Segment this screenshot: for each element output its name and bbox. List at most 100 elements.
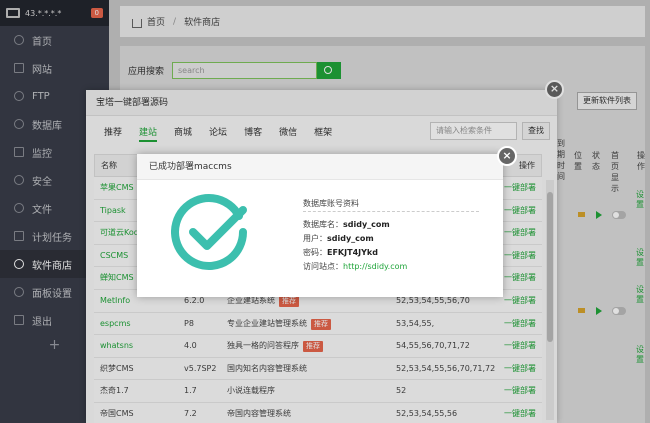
column-name: 名称	[101, 161, 117, 170]
folder-icon	[14, 203, 24, 213]
play-icon[interactable]	[596, 211, 602, 219]
sidebar-item-label: 文件	[32, 204, 52, 216]
php-versions: 52,53,54,55,56	[396, 408, 458, 418]
one-click-deploy-button[interactable]: 一键部署	[504, 267, 536, 289]
deploy-tabs: 推荐 建站 商城 论坛 博客 微信 框架	[104, 124, 349, 142]
app-version: 1.7	[184, 386, 197, 396]
app-name[interactable]: espcms	[100, 313, 131, 335]
breadcrumb-separator: /	[173, 16, 177, 27]
breadcrumb: 首页 / 软件商店	[120, 6, 645, 37]
column-home-display: 首页显示	[611, 151, 619, 193]
sidebar-item[interactable]: 网站	[0, 54, 109, 82]
deploy-search-button[interactable]: 查找	[522, 122, 550, 140]
app-description-text: 帝国内容管理系统	[227, 408, 291, 418]
store-search-button[interactable]	[317, 62, 342, 79]
sidebar-item-label: 首页	[32, 36, 52, 48]
play-icon[interactable]	[596, 307, 602, 315]
setting-link[interactable]: 设置	[636, 285, 645, 305]
one-click-deploy-button[interactable]: 一键部署	[504, 177, 536, 199]
php-versions: 54,55,56,70,71,72	[396, 341, 470, 351]
app-name[interactable]: 帝国CMS	[100, 403, 134, 423]
home-icon	[132, 19, 142, 28]
folder-icon[interactable]	[578, 212, 585, 217]
deploy-search-input[interactable]: 请输入检索条件	[430, 122, 517, 140]
sidebar-item[interactable]: 首页	[0, 26, 109, 54]
grid-icon	[14, 259, 24, 269]
one-click-deploy-button[interactable]: 一键部署	[504, 290, 536, 312]
one-click-deploy-button[interactable]: 一键部署	[504, 222, 536, 244]
app-name[interactable]: CSCMS	[100, 245, 128, 267]
breadcrumb-home[interactable]: 首页	[147, 15, 165, 28]
server-icon	[6, 8, 20, 18]
column-actions: 操作	[637, 151, 645, 171]
recommend-badge: 推荐	[279, 295, 299, 307]
table-row: whatsns 4.0 独具一格的问答程序 推荐 54,55,56,70,71,72 一键…	[94, 335, 542, 358]
message-badge[interactable]: 0	[90, 8, 103, 18]
deploy-tab[interactable]: 论坛	[209, 124, 227, 142]
app-name[interactable]: 蝉知CMS	[100, 267, 134, 289]
ftp-icon	[14, 91, 24, 101]
home-display-toggle[interactable]	[612, 211, 626, 219]
setting-link[interactable]: 设置	[636, 345, 645, 365]
deploy-tab[interactable]: 博客	[244, 124, 262, 142]
sidebar-item-label: 退出	[32, 316, 52, 328]
deploy-tab[interactable]: 推荐	[104, 124, 122, 142]
sidebar-item-label: FTP	[32, 90, 50, 102]
app-name[interactable]: Tipask	[100, 200, 126, 222]
db-pass-line: 密码：EFKJT4JYkd	[303, 246, 479, 260]
one-click-deploy-button[interactable]: 一键部署	[504, 380, 536, 402]
db-user-label: 用户：	[303, 234, 327, 243]
app-description-text: 专业企业建站管理系统	[227, 318, 307, 328]
close-icon[interactable]: ×	[545, 80, 564, 99]
site-label: 访问站点：	[303, 262, 343, 271]
app-name[interactable]: MetInfo	[100, 290, 130, 312]
app-name[interactable]: 苹果CMS	[100, 177, 134, 199]
app-name[interactable]: 织梦CMS	[100, 358, 134, 380]
one-click-deploy-button[interactable]: 一键部署	[504, 200, 536, 222]
deploy-tab[interactable]: 建站	[139, 124, 158, 142]
one-click-deploy-button[interactable]: 一键部署	[504, 335, 536, 357]
app-name[interactable]: 杰奇1.7	[100, 380, 129, 402]
scrollbar-thumb[interactable]	[547, 192, 553, 342]
store-search-label: 应用搜索	[128, 67, 165, 77]
update-software-list-button[interactable]: 更新软件列表	[577, 92, 637, 110]
close-icon[interactable]: ×	[497, 146, 517, 166]
deploy-dialog-title: 宝塔一键部署源码	[86, 90, 557, 116]
app-name[interactable]: 可道云Kod	[100, 222, 139, 244]
store-search-input[interactable]: search	[172, 62, 318, 79]
app-description: 小说连载程序	[227, 380, 275, 402]
home-display-toggle[interactable]	[612, 307, 626, 315]
app-description: 专业企业建站管理系统 推荐	[227, 313, 331, 335]
setting-link[interactable]: 设置	[636, 190, 645, 210]
app-version: P8	[184, 318, 194, 328]
php-versions: 52,53,54,55,56,70,71,72	[396, 363, 496, 373]
app-version: 4.0	[184, 341, 197, 351]
sidebar-item-label: 软件商店	[32, 260, 72, 272]
deploy-tab[interactable]: 微信	[279, 124, 297, 142]
scrollbar[interactable]	[546, 180, 554, 420]
app-description-text: 国内知名内容管理系统	[227, 363, 307, 373]
one-click-deploy-button[interactable]: 一键部署	[504, 313, 536, 335]
deploy-tab[interactable]: 框架	[314, 124, 332, 142]
success-title: 已成功部署maccms	[137, 154, 503, 180]
db-name-label: 数据库名：	[303, 220, 343, 229]
sidebar-header: 43.*.*.*.* 0	[0, 0, 109, 26]
deploy-tab[interactable]: 商城	[174, 124, 192, 142]
site-link[interactable]: http://sdidy.com	[343, 262, 407, 271]
db-name-line: 数据库名：sdidy_com	[303, 218, 479, 232]
one-click-deploy-button[interactable]: 一键部署	[504, 358, 536, 380]
column-location: 位置	[574, 151, 582, 171]
db-name-value: sdidy_com	[343, 220, 390, 229]
sidebar-item-label: 安全	[32, 176, 52, 188]
one-click-deploy-button[interactable]: 一键部署	[504, 245, 536, 267]
app-description: 独具一格的问答程序 推荐	[227, 335, 323, 357]
sidebar-item-label: 网站	[32, 64, 52, 76]
folder-icon[interactable]	[578, 308, 585, 313]
success-check-icon	[171, 194, 247, 270]
db-pass-value: EFKJT4JYkd	[327, 248, 378, 257]
recommend-badge: 推荐	[303, 341, 323, 353]
one-click-deploy-button[interactable]: 一键部署	[504, 403, 536, 423]
info-title: 数据库账号资料	[303, 196, 479, 212]
app-name[interactable]: whatsns	[100, 335, 133, 357]
setting-link[interactable]: 设置	[636, 248, 645, 268]
